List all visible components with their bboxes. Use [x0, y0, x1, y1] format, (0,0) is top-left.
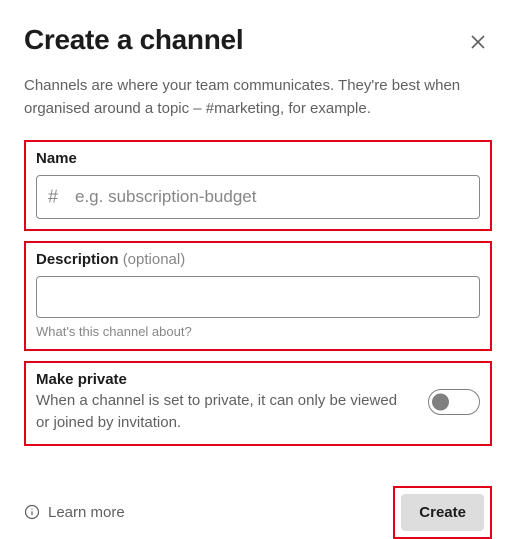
close-icon — [470, 34, 486, 50]
description-label-text: Description — [36, 251, 119, 268]
name-label: Name — [36, 150, 480, 167]
intro-text: Channels are where your team communicate… — [24, 75, 492, 120]
info-icon — [24, 504, 40, 520]
toggle-knob — [432, 394, 449, 411]
private-section: Make private When a channel is set to pr… — [24, 361, 492, 446]
channel-description-input[interactable] — [36, 276, 480, 318]
private-description: When a channel is set to private, it can… — [36, 390, 412, 434]
private-toggle[interactable] — [428, 389, 480, 415]
learn-more-label: Learn more — [48, 504, 125, 521]
name-section: Name # — [24, 140, 492, 231]
description-section: Description (optional) What's this chann… — [24, 241, 492, 351]
create-button[interactable]: Create — [401, 494, 484, 531]
dialog-title: Create a channel — [24, 24, 243, 56]
create-highlight: Create — [393, 486, 492, 539]
description-hint: What's this channel about? — [36, 324, 480, 339]
description-optional: (optional) — [123, 251, 186, 268]
channel-name-input[interactable] — [36, 175, 480, 219]
private-heading: Make private — [36, 371, 412, 388]
description-label: Description (optional) — [36, 251, 480, 268]
close-button[interactable] — [464, 28, 492, 59]
learn-more-link[interactable]: Learn more — [24, 504, 125, 521]
